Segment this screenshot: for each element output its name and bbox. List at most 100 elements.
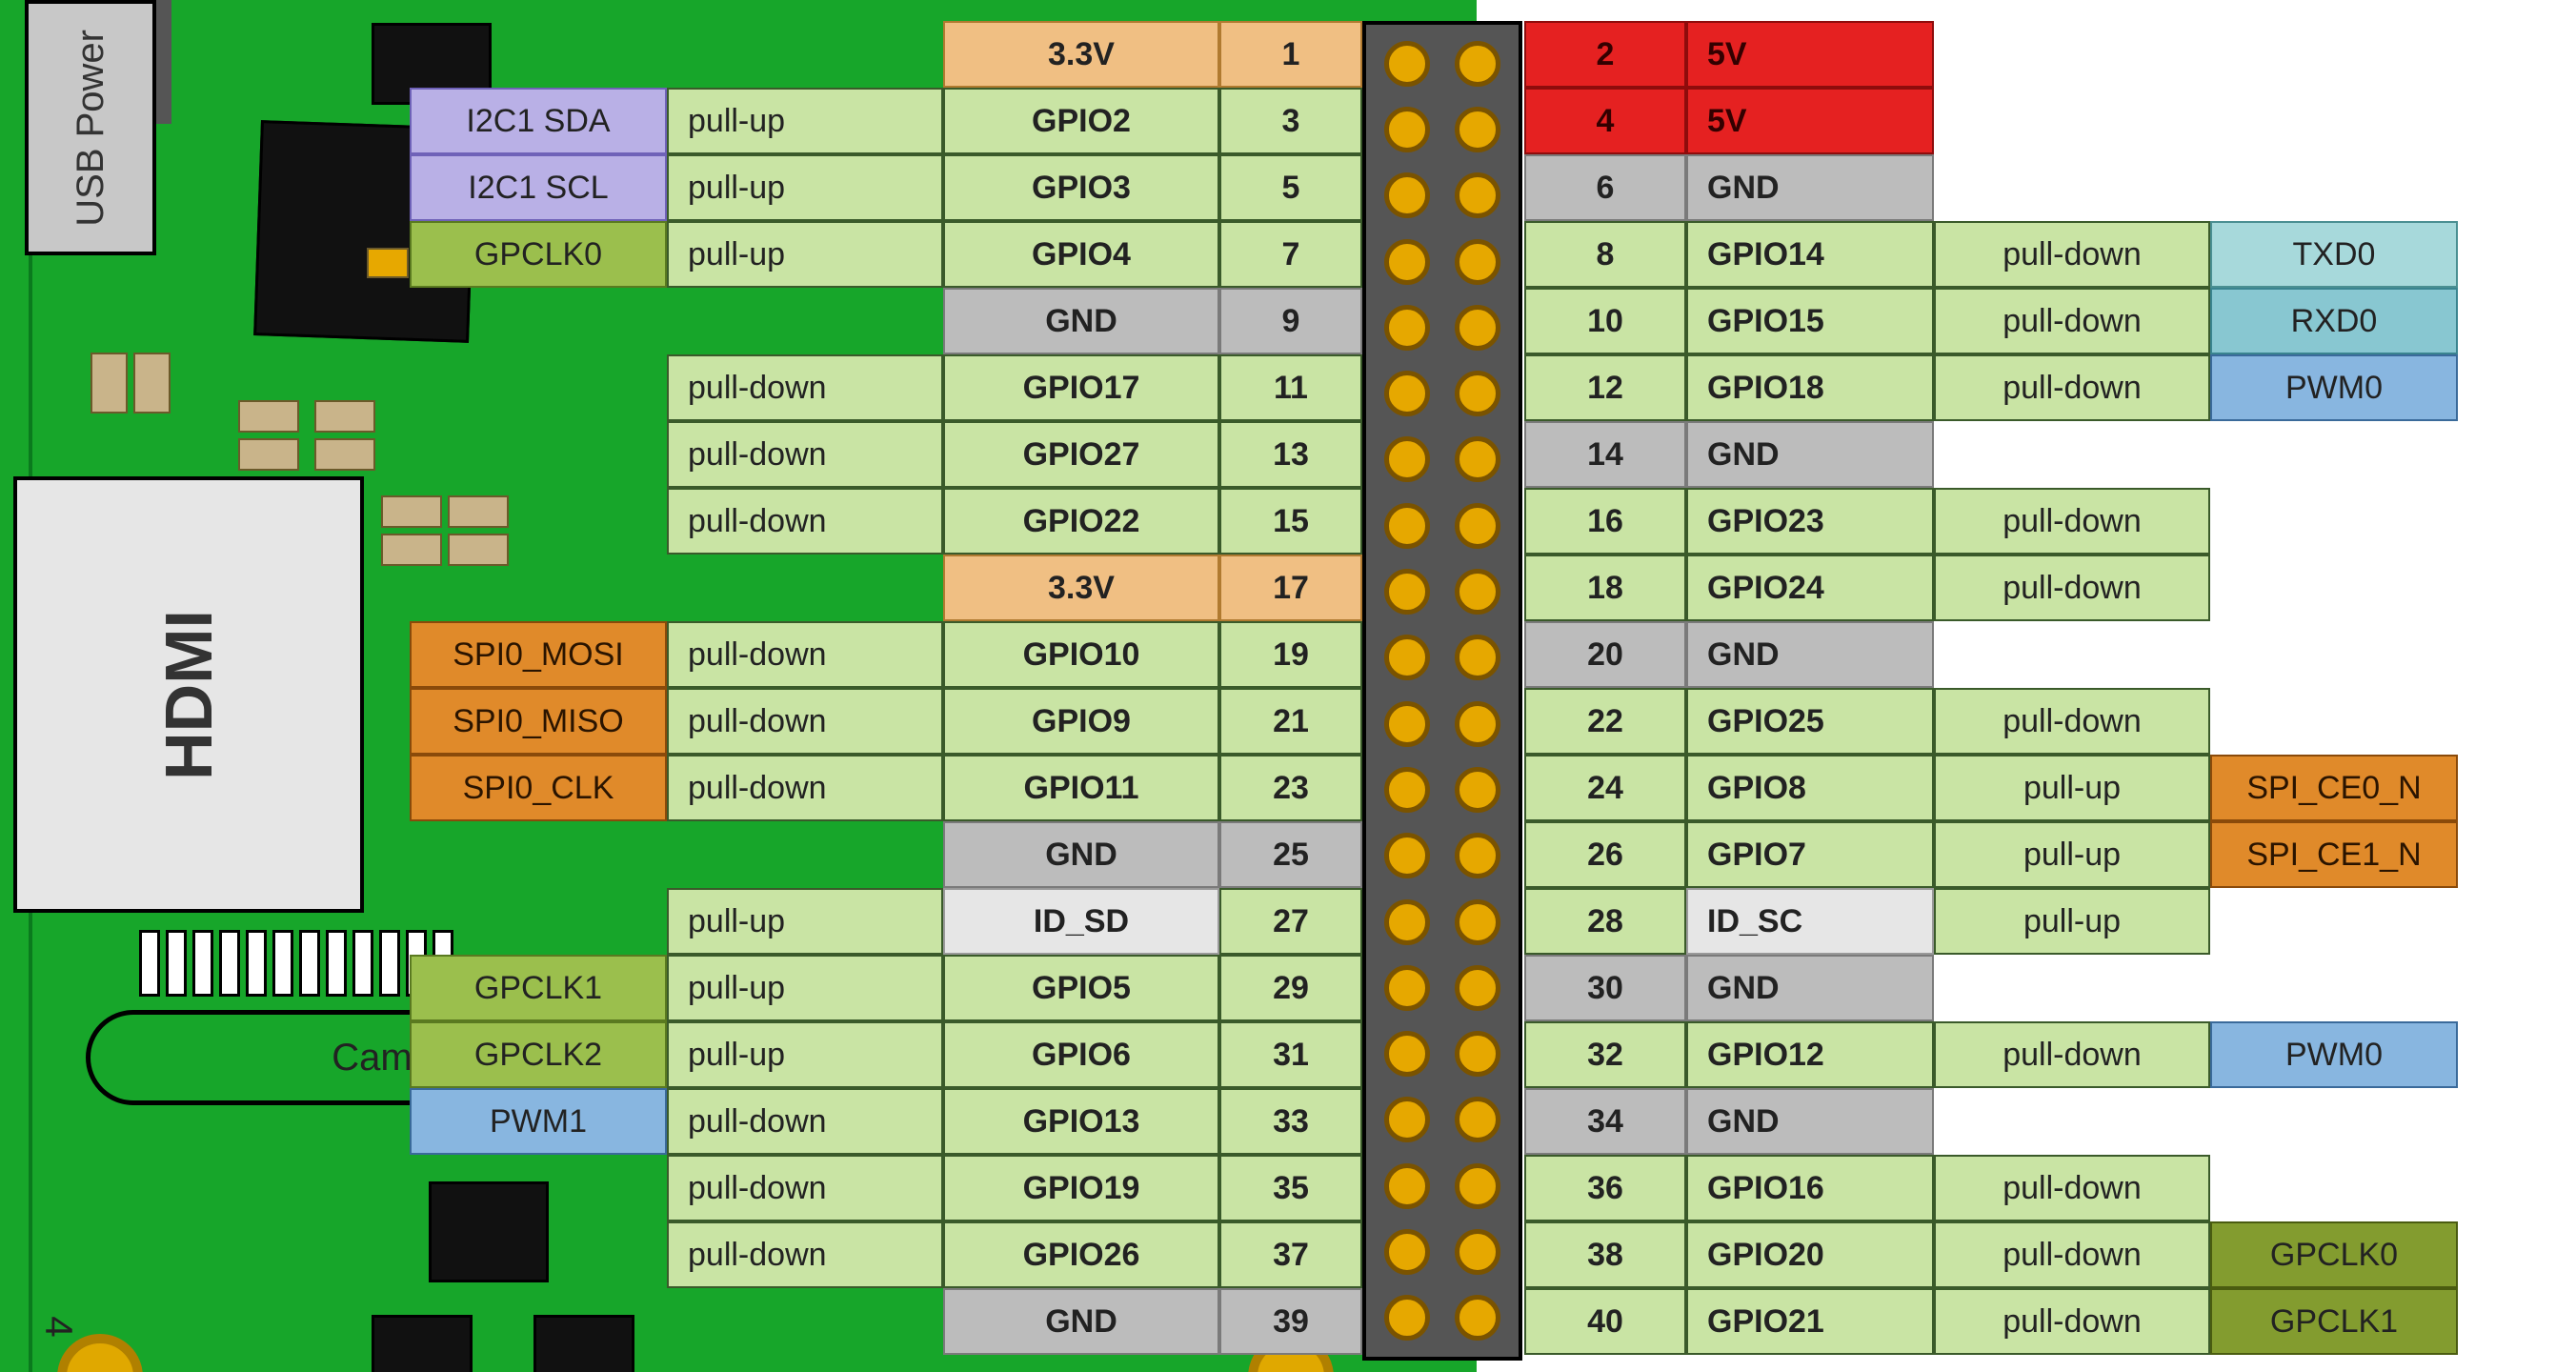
pin-name: GPIO4	[943, 221, 1219, 288]
pin-pull	[667, 555, 943, 621]
pin-name: GND	[1686, 421, 1934, 488]
pin-number: 23	[1219, 755, 1362, 821]
pin-name: GPIO11	[943, 755, 1219, 821]
pin-number: 25	[1219, 821, 1362, 888]
pin-alt: RXD0	[2210, 288, 2458, 354]
gpio-header-pins	[1372, 30, 1513, 1351]
left-name-column: 3.3VGPIO2GPIO3GPIO4GNDGPIO17GPIO27GPIO22…	[943, 21, 1219, 1355]
pin-name: 5V	[1686, 21, 1934, 88]
right-pull-column: pull-down pull-down pull-down pull-down pull…	[1934, 21, 2210, 1355]
pin-pull	[667, 21, 943, 88]
gpio-header-40pin	[1362, 21, 1522, 1361]
pin-alt: GPCLK1	[410, 955, 667, 1021]
usb-power-port: USB Power	[25, 0, 156, 255]
pin-alt	[2210, 888, 2458, 955]
pin-alt: SPI_CE1_N	[2210, 821, 2458, 888]
left-pull-column: pull-uppull-uppull-uppull-downpull-downp…	[667, 21, 943, 1355]
pin-name: GPIO10	[943, 621, 1219, 688]
pin-alt	[2210, 555, 2458, 621]
pin-name: GND	[1686, 1088, 1934, 1155]
pin-number: 27	[1219, 888, 1362, 955]
pin-name: GPIO24	[1686, 555, 1934, 621]
pin-number: 19	[1219, 621, 1362, 688]
pinout-diagram: USB Power HDMI Came 4	[0, 0, 2576, 1372]
pin-name: GPIO18	[1686, 354, 1934, 421]
pin-pull: pull-up	[667, 221, 943, 288]
pin-name: GPIO20	[1686, 1221, 1934, 1288]
pin-alt	[410, 1221, 667, 1288]
pin-number: 36	[1524, 1155, 1686, 1221]
pin-alt	[410, 354, 667, 421]
pin-alt	[2210, 1088, 2458, 1155]
pin-alt	[2210, 88, 2458, 154]
pin-pull	[667, 1288, 943, 1355]
pin-number: 14	[1524, 421, 1686, 488]
right-num-column: 246810121416182022242628303234363840	[1524, 21, 1686, 1355]
pin-name: GPIO21	[1686, 1288, 1934, 1355]
pin-alt: GPCLK1	[2210, 1288, 2458, 1355]
pin-alt	[410, 488, 667, 555]
pin-number: 40	[1524, 1288, 1686, 1355]
pin-name: ID_SD	[943, 888, 1219, 955]
pin-pull: pull-up	[667, 955, 943, 1021]
pin-pull: pull-up	[667, 1021, 943, 1088]
pin-number: 31	[1219, 1021, 1362, 1088]
pin-alt	[2210, 688, 2458, 755]
pin-alt	[410, 288, 667, 354]
pin-name: GPIO22	[943, 488, 1219, 555]
pin-alt: PWM0	[2210, 1021, 2458, 1088]
pin-alt	[2210, 621, 2458, 688]
pin-name: GPIO14	[1686, 221, 1934, 288]
pin-pull: pull-down	[1934, 1288, 2210, 1355]
pin-pull	[1934, 154, 2210, 221]
pin-number: 29	[1219, 955, 1362, 1021]
pin-pull: pull-down	[1934, 1021, 2210, 1088]
pin-alt	[410, 421, 667, 488]
pin-pull: pull-up	[667, 88, 943, 154]
pin-pull: pull-up	[667, 888, 943, 955]
pin-alt	[2210, 154, 2458, 221]
pin-number: 11	[1219, 354, 1362, 421]
pin-name: GPIO2	[943, 88, 1219, 154]
mount-hole	[57, 1334, 143, 1372]
pin-number: 37	[1219, 1221, 1362, 1288]
pin-pull: pull-down	[667, 621, 943, 688]
pin-alt	[410, 888, 667, 955]
pin-alt: SPI_CE0_N	[2210, 755, 2458, 821]
pin-number: 38	[1524, 1221, 1686, 1288]
pin-alt	[410, 555, 667, 621]
pin-number: 22	[1524, 688, 1686, 755]
pin-number: 33	[1219, 1088, 1362, 1155]
pin-name: GND	[943, 288, 1219, 354]
pin-number: 20	[1524, 621, 1686, 688]
pin-pull	[1934, 421, 2210, 488]
pin-name: GPIO19	[943, 1155, 1219, 1221]
camera-connector-pins	[139, 930, 453, 997]
hdmi-label: HDMI	[151, 610, 227, 780]
pin-number: 5	[1219, 154, 1362, 221]
right-name-column: 5V5VGNDGPIO14GPIO15GPIO18GNDGPIO23GPIO24…	[1686, 21, 1934, 1355]
pin-pull: pull-down	[667, 1088, 943, 1155]
pin-number: 12	[1524, 354, 1686, 421]
pin-alt: I2C1 SDA	[410, 88, 667, 154]
pin-name: 3.3V	[943, 21, 1219, 88]
pin-name: GND	[1686, 955, 1934, 1021]
pin-pull	[667, 288, 943, 354]
pin-alt: SPI0_MISO	[410, 688, 667, 755]
pin-name: 3.3V	[943, 555, 1219, 621]
pin-name: GPIO16	[1686, 1155, 1934, 1221]
pin-name: GPIO6	[943, 1021, 1219, 1088]
pin-pull: pull-up	[1934, 888, 2210, 955]
pin-pull: pull-up	[1934, 755, 2210, 821]
pin-pull: pull-down	[1934, 1155, 2210, 1221]
pin-pull: pull-down	[1934, 288, 2210, 354]
pin-name: GPIO9	[943, 688, 1219, 755]
pin-pull	[1934, 1088, 2210, 1155]
pin-alt	[2210, 21, 2458, 88]
pin-alt: PWM1	[410, 1088, 667, 1155]
pin-pull: pull-down	[667, 688, 943, 755]
pin-alt	[410, 821, 667, 888]
pin-pull	[1934, 88, 2210, 154]
pin-number: 2	[1524, 21, 1686, 88]
pin-number: 6	[1524, 154, 1686, 221]
